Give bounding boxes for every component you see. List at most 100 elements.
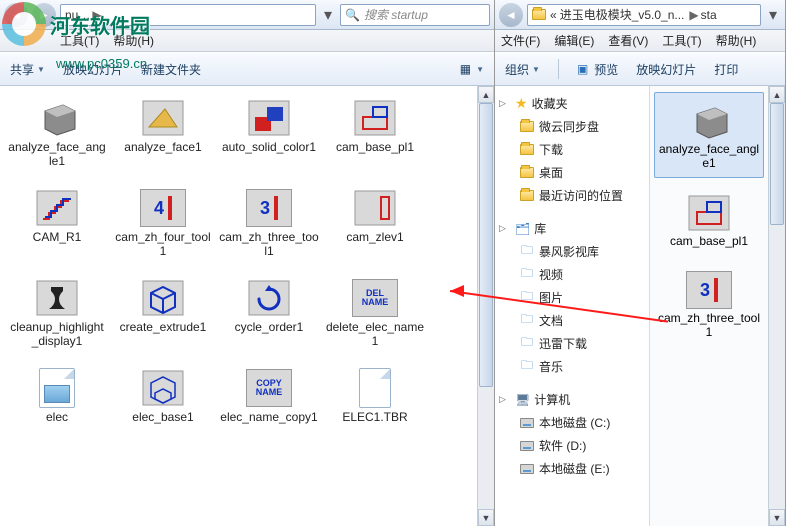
tree-item[interactable]: 桌面 (497, 161, 647, 184)
library-icon: 🗀 (519, 290, 535, 306)
file-item-cam_zh_three_tool1[interactable]: 3cam_zh_three_tool1 (216, 184, 322, 274)
file-item-cycle_order1[interactable]: cycle_order1 (216, 274, 322, 364)
tree-group-header[interactable]: ▷ 🗂 库 (497, 217, 647, 240)
tree-group-header[interactable]: ▷ 🖥 计算机 (497, 388, 647, 411)
file-item-auto_solid_color1[interactable]: auto_solid_color1 (216, 94, 322, 184)
scroll-up-button[interactable]: ▲ (478, 86, 494, 103)
search-input[interactable]: 🔍 搜索 startup (340, 4, 490, 26)
file-item-elec_name_copy1[interactable]: COPYNAMEelec_name_copy1 (216, 364, 322, 454)
menu-tools[interactable]: 工具(T) (662, 32, 701, 49)
file-item-delete_elec_name1[interactable]: DELNAMEdelete_elec_name1 (322, 274, 428, 364)
file-item-ELEC1_TBR[interactable]: ELEC1.TBR (322, 364, 428, 454)
file-item-cam_zh_three_tool1[interactable]: 3cam_zh_three_tool1 (654, 261, 764, 347)
breadcrumb-prefix-icon[interactable]: « (550, 8, 557, 22)
file-icon (32, 277, 82, 319)
file-icon (687, 99, 731, 143)
address-input[interactable]: « 进玉电极模块_v5.0_n... ▶ sta (527, 4, 761, 26)
tree-item[interactable]: 本地磁盘 (E:) (497, 457, 647, 480)
folder-icon (519, 165, 535, 181)
tree-group-label: 收藏夹 (532, 95, 568, 112)
vertical-scrollbar[interactable]: ▲ ▼ (768, 86, 785, 526)
tree-item-label: 下载 (539, 141, 563, 158)
cmd-share[interactable]: 共享▼ (10, 61, 45, 78)
file-item-analyze_face_angle1[interactable]: analyze_face_angle1 (654, 92, 764, 178)
library-icon: 🗀 (519, 336, 535, 352)
menu-help[interactable]: 帮助(H) (716, 32, 757, 49)
tree-item[interactable]: 🗀音乐 (497, 355, 647, 378)
file-item-analyze_face_angle1[interactable]: analyze_face_angle1 (4, 94, 110, 184)
file-icon (138, 277, 188, 319)
breadcrumb-seg[interactable]: 进玉电极模块_v5.0_n... (560, 6, 685, 23)
file-list: analyze_face_angle1cam_base_pl13cam_zh_t… (650, 86, 768, 526)
address-history-button[interactable]: ▾ (765, 4, 781, 26)
file-item-elec[interactable]: elec (4, 364, 110, 454)
tree-item-label: 微云同步盘 (539, 118, 599, 135)
cmd-preview[interactable]: ▣预览 (577, 61, 618, 78)
view-mode-button[interactable]: ▦▼ (460, 62, 484, 76)
tree-item[interactable]: 🗀暴风影视库 (497, 240, 647, 263)
explorer-window-left: ◄ ► nu… ▶ ▾ 🔍 搜索 startup 工具(T) 帮助(H) 共享▼… (0, 0, 495, 526)
file-icon (687, 191, 731, 235)
scroll-down-button[interactable]: ▼ (478, 509, 494, 526)
tree-item[interactable]: 微云同步盘 (497, 115, 647, 138)
search-icon: 🔍 (345, 8, 360, 22)
tree-item[interactable]: 🗀视频 (497, 263, 647, 286)
favorites-icon: ★ (515, 95, 528, 112)
tree-item-label: 软件 (D:) (539, 437, 586, 454)
file-label: analyze_face1 (124, 141, 201, 155)
tree-item[interactable]: 🗀文档 (497, 309, 647, 332)
tree-group-header[interactable]: ▷ ★ 收藏夹 (497, 92, 647, 115)
watermark-url: www.pc0359.cn (56, 56, 147, 71)
disk-icon (519, 438, 535, 454)
address-history-button[interactable]: ▾ (320, 4, 336, 26)
file-label: elec (46, 411, 68, 425)
cmd-organize[interactable]: 组织▼ (505, 61, 540, 78)
tree-group-label: 库 (534, 220, 546, 237)
file-item-cleanup_highlight_display1[interactable]: cleanup_highlight_display1 (4, 274, 110, 364)
expand-icon: ▷ (499, 394, 511, 405)
expand-icon: ▷ (499, 223, 511, 234)
menu-file[interactable]: 文件(F) (501, 32, 540, 49)
file-icon: 4 (138, 187, 188, 229)
vertical-scrollbar[interactable]: ▲ ▼ (477, 86, 494, 526)
file-item-CAM_R1[interactable]: CAM_R1 (4, 184, 110, 274)
address-bar: ◄ « 进玉电极模块_v5.0_n... ▶ sta ▾ (495, 0, 785, 30)
scroll-down-button[interactable]: ▼ (769, 509, 785, 526)
tree-item[interactable]: 🗀图片 (497, 286, 647, 309)
file-item-cam_zh_four_tool1[interactable]: 4cam_zh_four_tool1 (110, 184, 216, 274)
file-icon (138, 367, 188, 409)
libraries-icon: 🗂 (515, 222, 530, 236)
tree-item[interactable]: 本地磁盘 (C:) (497, 411, 647, 434)
library-icon: 🗀 (519, 267, 535, 283)
tree-item-label: 文档 (539, 312, 563, 329)
cmd-print[interactable]: 打印 (714, 61, 738, 78)
menu-view[interactable]: 查看(V) (608, 32, 648, 49)
nav-back-button[interactable]: ◄ (499, 3, 523, 27)
cmd-slideshow[interactable]: 放映幻灯片 (636, 61, 696, 78)
tree-item[interactable]: 🗀迅雷下载 (497, 332, 647, 355)
file-label: cycle_order1 (235, 321, 304, 335)
file-item-cam_base_pl1[interactable]: cam_base_pl1 (322, 94, 428, 184)
cmd-new-folder[interactable]: 新建文件夹 (141, 61, 201, 78)
tree-item[interactable]: 下载 (497, 138, 647, 161)
file-item-elec_base1[interactable]: elec_base1 (110, 364, 216, 454)
scroll-up-button[interactable]: ▲ (769, 86, 785, 103)
file-icon (350, 367, 400, 409)
file-item-cam_zlev1[interactable]: cam_zlev1 (322, 184, 428, 274)
tree-item-label: 暴风影视库 (539, 243, 599, 260)
tree-item-label: 图片 (539, 289, 563, 306)
file-item-cam_base_pl1[interactable]: cam_base_pl1 (654, 184, 764, 256)
tree-item[interactable]: 软件 (D:) (497, 434, 647, 457)
library-icon: 🗀 (519, 244, 535, 260)
file-label: cam_zlev1 (346, 231, 403, 245)
computer-icon: 🖥 (515, 393, 530, 407)
menu-edit[interactable]: 编辑(E) (554, 32, 594, 49)
file-label: elec_base1 (132, 411, 193, 425)
file-item-analyze_face1[interactable]: analyze_face1 (110, 94, 216, 184)
file-item-create_extrude1[interactable]: create_extrude1 (110, 274, 216, 364)
breadcrumb-seg[interactable]: sta (701, 8, 717, 22)
tree-item[interactable]: 最近访问的位置 (497, 184, 647, 207)
disk-icon (519, 461, 535, 477)
file-icon: 3 (686, 268, 732, 312)
file-icon (244, 277, 294, 319)
